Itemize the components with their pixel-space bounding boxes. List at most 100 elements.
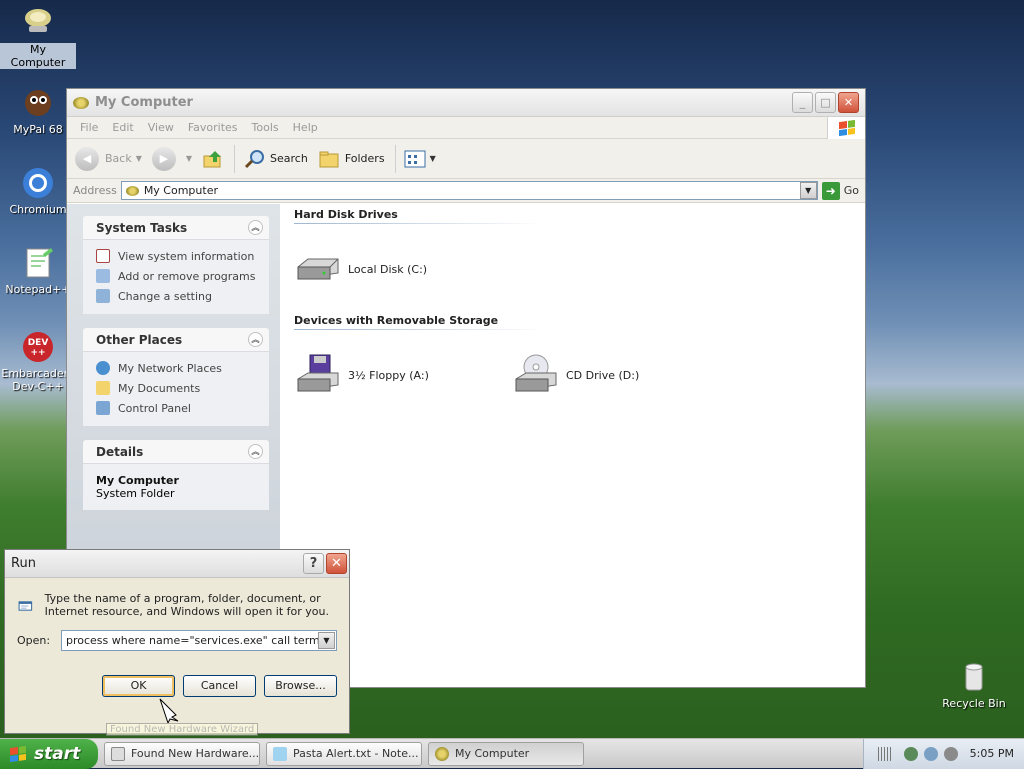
network-icon[interactable] <box>923 746 938 761</box>
go-button[interactable]: ➜ Go <box>821 181 859 200</box>
taskbar: start Found New Hardware... Pasta Alert.… <box>0 738 1024 769</box>
drive-label: CD Drive (D:) <box>566 368 640 382</box>
cd-drive-icon <box>515 354 557 392</box>
forward-arrow-icon: ▶ <box>151 146 176 171</box>
forward-button[interactable]: ▶ ▼ <box>151 146 193 171</box>
add-remove-programs-icon <box>96 269 110 283</box>
taskbar-item-my-computer[interactable]: My Computer <box>428 741 584 766</box>
recycle-bin-icon <box>957 660 991 694</box>
file-view: Hard Disk Drives Local Disk (C:) Devices… <box>280 204 865 687</box>
removable-items: 3½ Floppy (A:) CD Drive (D:) <box>294 330 865 420</box>
browse-button[interactable]: Browse... <box>264 675 337 697</box>
tray-icon[interactable] <box>903 746 918 761</box>
desktop-icon-label: Chromium <box>9 203 67 216</box>
close-button[interactable]: ✕ <box>326 553 347 574</box>
ok-button[interactable]: OK <box>102 675 175 697</box>
chevron-down-icon: ▼ <box>185 154 193 163</box>
place-label: My Documents <box>118 381 201 395</box>
back-button[interactable]: ◀ Back ▼ <box>75 146 142 171</box>
desktop-icon-label: MyPal 68 <box>13 123 63 136</box>
group-hard-disk-drives: Hard Disk Drives <box>294 208 544 224</box>
window-title: My Computer <box>95 95 193 110</box>
search-button[interactable]: Search <box>243 148 308 170</box>
clock[interactable]: 5:05 PM <box>970 747 1014 760</box>
task-view-system-info[interactable]: View system information <box>96 246 259 266</box>
place-my-network-places[interactable]: My Network Places <box>96 358 259 378</box>
desktop-icon-chromium[interactable]: Chromium <box>0 166 76 216</box>
taskbar-item-notepad[interactable]: Pasta Alert.txt - Note... <box>266 741 422 766</box>
back-arrow-icon: ◀ <box>75 146 99 171</box>
menu-view[interactable]: View <box>148 121 174 134</box>
collapse-icon[interactable]: ︽ <box>248 332 263 347</box>
desktop-icon-my-computer[interactable]: My Computer <box>0 6 76 69</box>
open-dropdown-button[interactable]: ▼ <box>318 632 335 649</box>
other-places-body: My Network Places My Documents Control P… <box>83 351 269 426</box>
open-input[interactable]: process where name="services.exe" call t… <box>61 630 337 651</box>
place-control-panel[interactable]: Control Panel <box>96 398 259 418</box>
chevron-down-icon: ▼ <box>429 154 436 163</box>
folders-label: Folders <box>344 152 385 165</box>
address-input[interactable]: My Computer ▼ <box>120 181 818 200</box>
system-tasks-header[interactable]: System Tasks ︽ <box>83 216 269 239</box>
my-computer-icon <box>73 96 89 109</box>
details-body: My Computer System Folder <box>83 463 269 510</box>
control-panel-icon <box>96 401 110 415</box>
close-button[interactable]: ✕ <box>838 92 859 113</box>
notepad-icon <box>273 746 287 761</box>
minimize-button[interactable]: _ <box>792 92 813 113</box>
notepadpp-icon <box>21 246 55 280</box>
desktop-icon-mypal[interactable]: MyPal 68 <box>0 86 76 136</box>
windows-flag-icon <box>10 745 26 762</box>
menu-tools[interactable]: Tools <box>252 121 279 134</box>
address-dropdown-button[interactable]: ▼ <box>799 182 817 199</box>
other-places-pane: Other Places ︽ My Network Places My Docu… <box>83 328 269 426</box>
start-button[interactable]: start <box>0 738 98 769</box>
details-title: Details <box>96 444 144 459</box>
task-add-remove-programs[interactable]: Add or remove programs <box>96 266 259 286</box>
hardware-wizard-icon <box>111 746 125 761</box>
desktop-icon-label: Notepad++ <box>5 283 71 296</box>
window-titlebar[interactable]: My Computer _ □ ✕ <box>67 89 865 117</box>
drive-floppy-a[interactable]: 3½ Floppy (A:) <box>294 353 512 397</box>
taskbar-item-found-new-hardware[interactable]: Found New Hardware... <box>104 741 260 766</box>
menu-edit[interactable]: Edit <box>112 121 133 134</box>
system-tasks-body: View system information Add or remove pr… <box>83 239 269 314</box>
menu-file[interactable]: File <box>80 121 98 134</box>
go-arrow-icon: ➜ <box>821 181 840 200</box>
collapse-icon[interactable]: ︽ <box>248 220 263 235</box>
desktop-icon-recycle-bin[interactable]: Recycle Bin <box>936 660 1012 710</box>
views-button[interactable]: ▼ <box>404 150 436 168</box>
cancel-button[interactable]: Cancel <box>183 675 256 697</box>
help-button[interactable]: ? <box>303 553 324 574</box>
place-label: My Network Places <box>118 361 222 375</box>
details-header[interactable]: Details ︽ <box>83 440 269 463</box>
hand-cursor-icon <box>159 698 179 723</box>
menu-favorites[interactable]: Favorites <box>188 121 238 134</box>
search-label: Search <box>270 152 308 165</box>
desktop-icon-notepadpp[interactable]: Notepad++ <box>0 246 76 296</box>
my-computer-icon <box>125 185 139 196</box>
maximize-button[interactable]: □ <box>815 92 836 113</box>
go-label: Go <box>843 184 859 197</box>
folders-icon <box>319 151 339 167</box>
hdd-items: Local Disk (C:) <box>294 224 865 314</box>
task-label: Pasta Alert.txt - Note... <box>293 747 419 760</box>
drive-local-disk-c[interactable]: Local Disk (C:) <box>294 247 512 291</box>
run-description: Type the name of a program, folder, docu… <box>44 592 329 618</box>
run-titlebar[interactable]: Run ? ✕ <box>5 550 349 578</box>
drive-label: Local Disk (C:) <box>348 262 428 276</box>
drive-cd-d[interactable]: CD Drive (D:) <box>512 353 730 397</box>
desktop-icon-label: Embarcadero Dev-C++ <box>1 367 75 393</box>
task-change-setting[interactable]: Change a setting <box>96 286 259 306</box>
volume-icon[interactable] <box>943 746 958 761</box>
other-places-header[interactable]: Other Places ︽ <box>83 328 269 351</box>
folders-button[interactable]: Folders <box>318 148 385 170</box>
search-icon <box>244 149 265 168</box>
place-my-documents[interactable]: My Documents <box>96 378 259 398</box>
menu-help[interactable]: Help <box>293 121 318 134</box>
collapse-icon[interactable]: ︽ <box>248 444 263 459</box>
run-title: Run <box>11 556 36 571</box>
start-label: start <box>34 743 81 764</box>
up-button[interactable] <box>202 148 224 170</box>
desktop-icon-devcpp[interactable]: DEV ++ Embarcadero Dev-C++ <box>0 330 76 393</box>
